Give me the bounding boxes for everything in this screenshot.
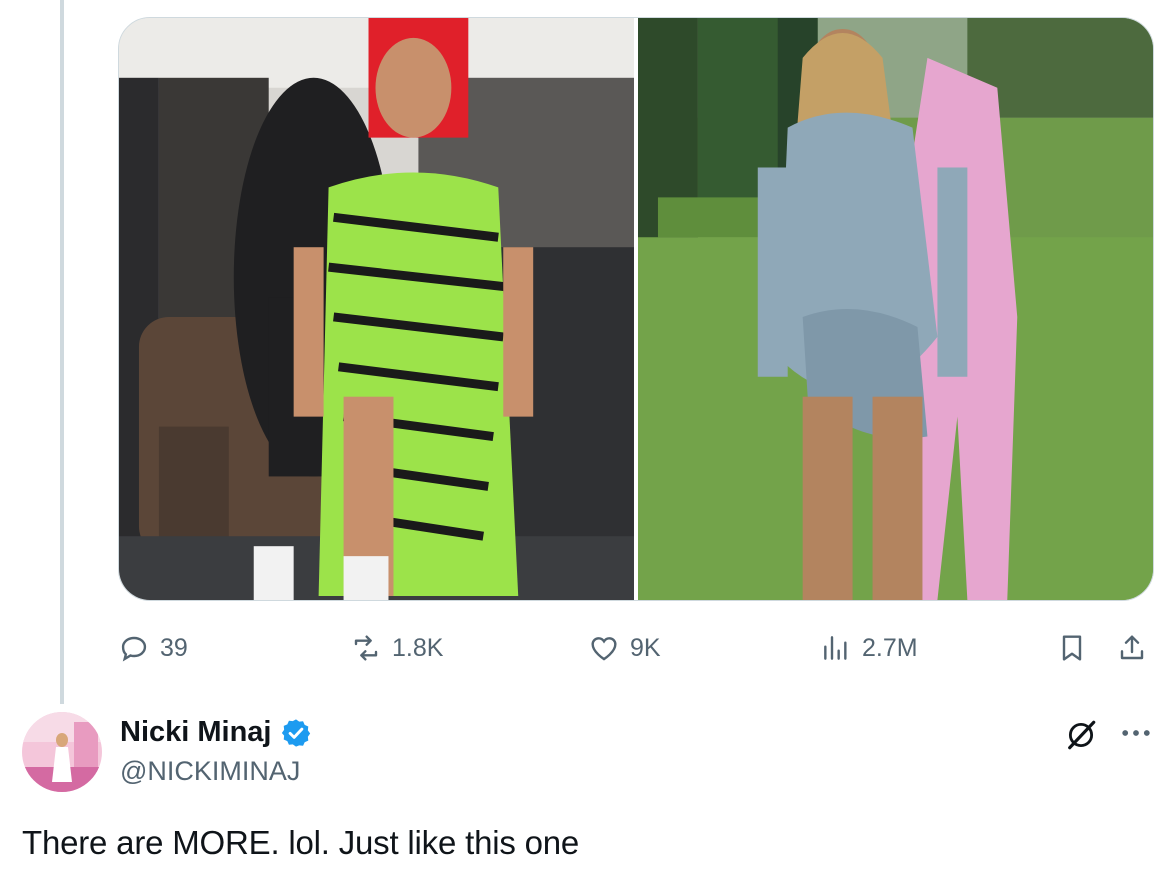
like-button[interactable]: 9K [588,626,661,670]
author-display-name[interactable]: Nicki Minaj [120,716,272,749]
repost-count: 1.8K [392,633,444,662]
author-handle[interactable]: @NICKIMINAJ [120,756,300,787]
media-image-2[interactable] [638,18,1153,600]
media-grid [118,17,1154,601]
bookmark-button[interactable] [1056,626,1088,670]
thread-connector-line [60,0,64,704]
like-count: 9K [630,633,661,662]
share-button[interactable] [1116,626,1148,670]
reply-post: Nicki Minaj @NICKIMINAJ There are MORE. … [0,704,1168,880]
share-icon [1120,635,1144,660]
repost-button[interactable]: 1.8K [350,626,443,670]
verified-badge-icon [281,718,310,747]
author-name-row: Nicki Minaj [120,716,312,749]
post-text: There are MORE. lol. Just like this one [22,824,580,861]
media-image-1[interactable] [119,18,634,600]
views-button[interactable]: 2.7M [820,626,918,670]
repost-icon [354,635,378,661]
reply-icon [121,636,147,662]
bookmark-icon [1062,635,1082,661]
grok-icon[interactable] [1064,718,1098,752]
reply-count: 39 [160,633,188,662]
tweet-actions-bar: 39 1.8K 9K 2.7M [118,626,1154,670]
views-icon [824,636,847,660]
reply-button[interactable]: 39 [118,626,188,670]
avatar[interactable] [22,712,102,792]
view-count: 2.7M [862,633,918,662]
more-icon[interactable] [1118,718,1154,748]
like-icon [591,637,617,661]
